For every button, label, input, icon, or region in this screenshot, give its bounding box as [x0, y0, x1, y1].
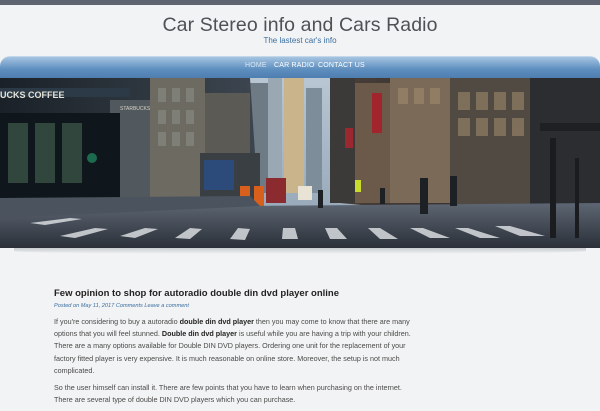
post-meta: Posted on May 11, 2017 Comments Leave a …: [54, 303, 189, 309]
paragraph-1: If you're considering to buy a autoradio…: [54, 316, 420, 377]
keyword-bold: double din dvd player: [179, 317, 254, 326]
post-date-link[interactable]: May 11, 2017: [81, 303, 114, 309]
leave-comment-link[interactable]: Leave a comment: [144, 303, 188, 309]
header-banner-image: UCKS COFFEE STARBUCKS: [0, 78, 600, 248]
post-title[interactable]: Few opinion to shop for autoradio double…: [54, 288, 339, 299]
top-border-bar: [0, 0, 600, 5]
post-content: If you're considering to buy a autoradio…: [54, 316, 420, 411]
nav-item-car-radio[interactable]: CAR RADIO: [274, 62, 315, 69]
nav-item-home[interactable]: HOME: [245, 62, 267, 69]
site-tagline: The lastest car's info: [263, 36, 337, 45]
paragraph-2: So the user himself can install it. Ther…: [54, 383, 402, 405]
site-title[interactable]: Car Stereo info and Cars Radio: [0, 14, 600, 37]
keyword-bold: Double din dvd player: [161, 329, 237, 339]
banner-shadow: [14, 248, 586, 254]
coffee-logo-icon: [87, 153, 97, 163]
main-navigation: HOME CAR RADIO CONTACT US: [0, 56, 600, 79]
posted-on-label: Posted on: [54, 303, 80, 309]
nav-item-contact-us[interactable]: CONTACT US: [318, 62, 365, 69]
storefront-sign-text-2: STARBUCKS: [120, 106, 151, 112]
storefront-sign-text: UCKS COFFEE: [0, 90, 65, 100]
comments-label: Comments: [115, 303, 143, 309]
city-street-photo: UCKS COFFEE STARBUCKS: [0, 78, 600, 248]
text-run: If you're considering to buy a autoradio: [54, 317, 180, 326]
